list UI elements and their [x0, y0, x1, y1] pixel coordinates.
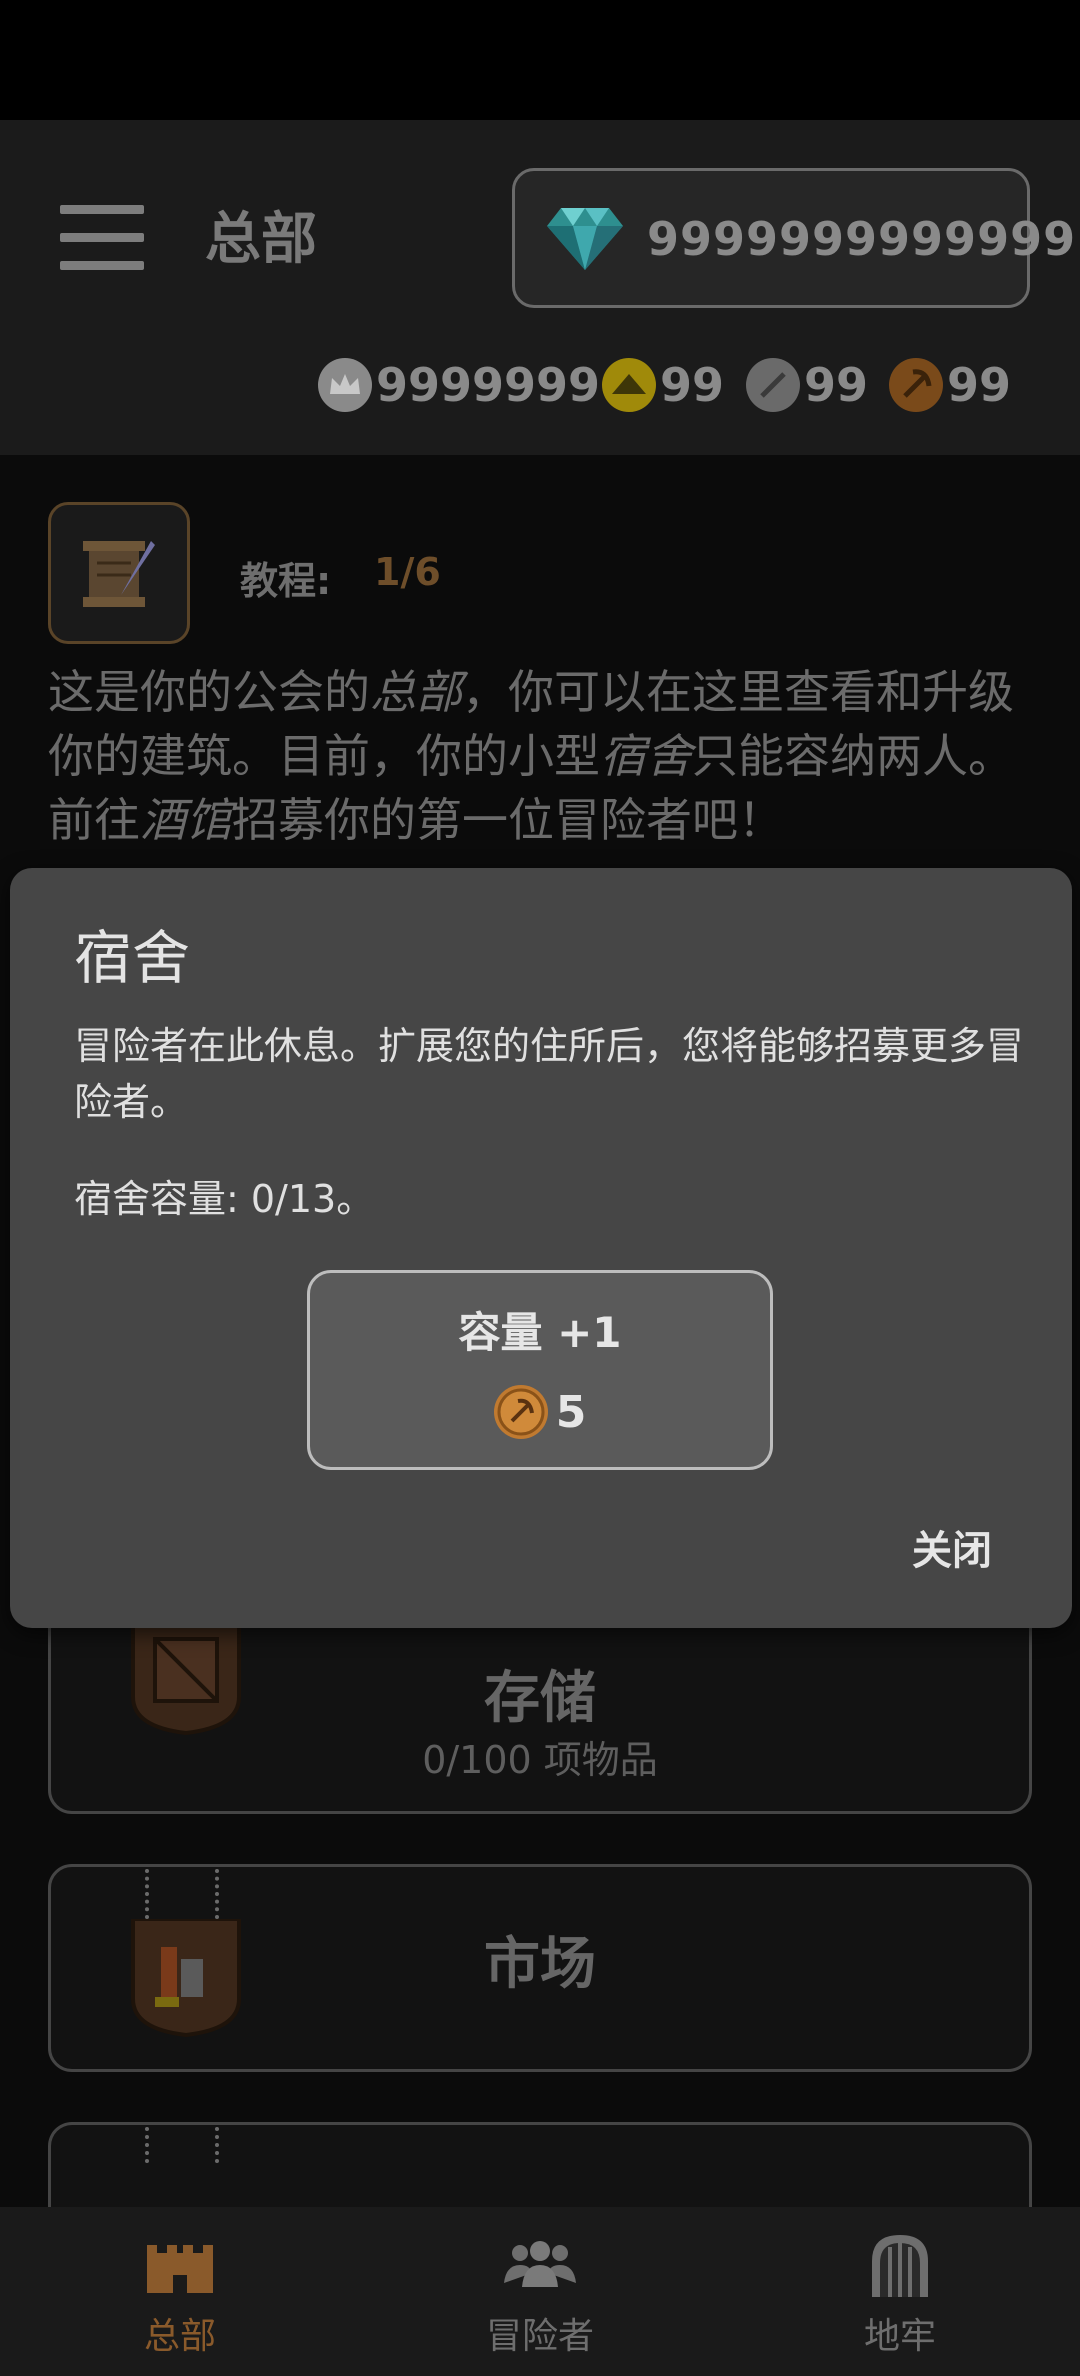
currency-value: 9999999	[376, 358, 601, 412]
pickaxe-coin-icon	[889, 358, 943, 412]
tutorial-label: 教程:	[240, 559, 332, 603]
sword-coin-icon	[746, 358, 800, 412]
nav-label: 冒险者	[485, 2316, 594, 2357]
building-name: 市场	[484, 1932, 596, 1997]
currency-gold: 99	[602, 355, 724, 415]
currency-pickaxe: 99	[889, 355, 1011, 415]
nav-label: 地牢	[863, 2316, 936, 2357]
castle-icon	[147, 2245, 213, 2293]
upgrade-capacity-button[interactable]: 容量 +1 5	[307, 1270, 773, 1470]
building-card-storage[interactable]: 存储 0/100 项物品	[48, 1575, 1032, 1814]
dialog-body: 冒险者在此休息。扩展您的住所后，您将能够招募更多冒险者。	[74, 1024, 1025, 1124]
upgrade-cost: 5	[310, 1385, 770, 1439]
currency-value: 99	[947, 358, 1012, 412]
dormitory-dialog: 宿舍 冒险者在此休息。扩展您的住所后，您将能够招募更多冒险者。 宿舍容量: 0/…	[10, 868, 1072, 1628]
tutorial-progress: 1/6	[374, 550, 441, 594]
dungeon-gate-icon	[872, 2235, 928, 2297]
nav-tab-dungeon[interactable]: 地牢	[720, 2207, 1080, 2376]
crown-coin-icon	[318, 358, 372, 412]
currency-crown: 9999999	[318, 355, 600, 415]
currency-sword: 99	[746, 355, 868, 415]
nav-tab-adventurers[interactable]: 冒险者	[360, 2207, 720, 2376]
gold-coin-icon	[602, 358, 656, 412]
currency-value: 99	[804, 358, 869, 412]
dialog-title: 宿舍	[74, 924, 191, 992]
gems-display[interactable]: 9999999999999	[512, 168, 1075, 308]
sign-chain	[145, 1869, 159, 1919]
hamburger-menu-button[interactable]	[60, 205, 144, 271]
sign-chain	[215, 2127, 229, 2163]
upgrade-cost-value: 5	[555, 1386, 587, 1438]
currency-value: 99	[660, 358, 725, 412]
bottom-navigation: 总部 冒险者 地牢	[0, 2207, 1080, 2376]
pickaxe-coin-icon	[493, 1385, 548, 1439]
tutorial-scroll-icon	[48, 502, 190, 644]
gems-count: 9999999999999	[647, 212, 1077, 266]
close-button[interactable]: 关闭	[912, 1518, 992, 1576]
group-icon	[504, 2241, 576, 2287]
nav-tab-headquarters[interactable]: 总部	[0, 2207, 360, 2376]
nav-label: 总部	[143, 2316, 216, 2357]
building-name: 存储	[484, 1666, 596, 1731]
upgrade-label: 容量 +1	[458, 1308, 622, 1357]
sign-chain	[215, 1869, 229, 1919]
building-card-market[interactable]: 市场	[48, 1864, 1032, 2072]
diamond-icon	[547, 208, 623, 270]
dormitory-capacity: 宿舍容量: 0/13。	[74, 1177, 375, 1221]
building-subtitle: 0/100 项物品	[422, 1738, 658, 1782]
sign-chain	[145, 2127, 159, 2163]
status-bar	[0, 0, 1080, 120]
page-title: 总部	[205, 207, 317, 272]
tutorial-text: 这是你的公会的总部，你可以在这里查看和升级你的建筑。目前，你的小型宿舍只能容纳两…	[48, 665, 1014, 847]
